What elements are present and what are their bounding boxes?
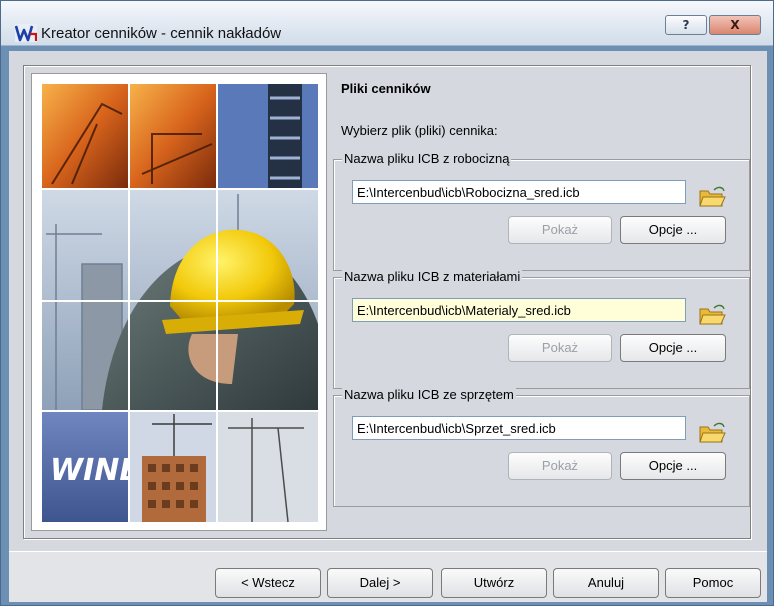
dialog-client-area: WINBUD Pliki cenników Wybierz plik (plik…	[9, 51, 767, 602]
construction-collage-image: WINBUD	[42, 84, 318, 522]
equipment-options-button[interactable]: Opcje ...	[620, 452, 726, 480]
equipment-show-button[interactable]: Pokaż	[508, 452, 612, 480]
next-button[interactable]: Dalej >	[327, 568, 433, 598]
help-title-button[interactable]: ?	[665, 15, 707, 35]
equipment-file-path-input[interactable]	[352, 416, 686, 440]
folder-open-icon[interactable]	[698, 304, 726, 326]
dialog-window: Kreator cenników - cennik nakładów ? X W…	[0, 0, 774, 606]
labor-options-button[interactable]: Opcje ...	[620, 216, 726, 244]
wizard-image: WINBUD	[31, 73, 327, 531]
create-button[interactable]: Utwórz	[441, 568, 547, 598]
labor-file-path-input[interactable]	[352, 180, 686, 204]
materials-group-label: Nazwa pliku ICB z materiałami	[342, 269, 523, 284]
choose-files-label: Wybierz plik (pliki) cennika:	[341, 123, 498, 138]
materials-file-group: Nazwa pliku ICB z materiałami Pokaż Opcj…	[333, 269, 750, 389]
materials-file-path-input[interactable]	[352, 298, 686, 322]
winbud-app-icon	[15, 24, 37, 42]
section-title: Pliki cenników	[341, 81, 431, 96]
equipment-file-group: Nazwa pliku ICB ze sprzętem Pokaż Opcje …	[333, 387, 750, 507]
button-bar: < Wstecz Dalej > Utwórz Anuluj Pomoc	[9, 551, 767, 602]
labor-file-group: Nazwa pliku ICB z robocizną Pokaż Opcje …	[333, 151, 750, 271]
help-button[interactable]: Pomoc	[665, 568, 761, 598]
folder-open-icon[interactable]	[698, 186, 726, 208]
materials-options-button[interactable]: Opcje ...	[620, 334, 726, 362]
window-title: Kreator cenników - cennik nakładów	[41, 25, 282, 42]
cancel-button[interactable]: Anuluj	[553, 568, 659, 598]
labor-group-label: Nazwa pliku ICB z robocizną	[342, 151, 512, 166]
back-button[interactable]: < Wstecz	[215, 568, 321, 598]
labor-show-button[interactable]: Pokaż	[508, 216, 612, 244]
title-bar[interactable]: Kreator cenników - cennik nakładów ? X	[1, 1, 773, 46]
equipment-group-label: Nazwa pliku ICB ze sprzętem	[342, 387, 516, 402]
materials-show-button[interactable]: Pokaż	[508, 334, 612, 362]
folder-open-icon[interactable]	[698, 422, 726, 444]
close-button[interactable]: X	[709, 15, 761, 35]
